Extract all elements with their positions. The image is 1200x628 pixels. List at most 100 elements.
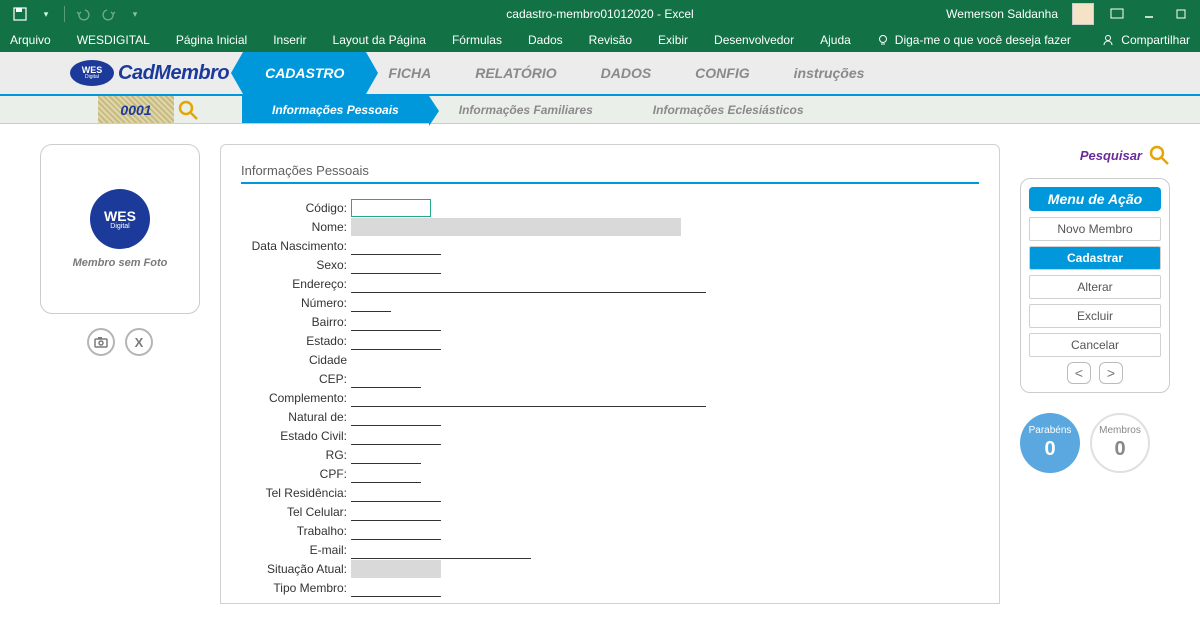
sub-tabs: 0001 Informações Pessoais Informações Fa… bbox=[0, 94, 1200, 124]
input-sexo[interactable] bbox=[351, 255, 441, 274]
label-tipo: Tipo Membro: bbox=[241, 581, 351, 595]
stats-row: Parabéns 0 Membros 0 bbox=[1020, 413, 1170, 473]
action-menu: Menu de Ação Novo Membro Cadastrar Alter… bbox=[1020, 178, 1170, 393]
ribbon-tab-wesdigital[interactable]: WESDIGITAL bbox=[77, 33, 150, 47]
label-email: E-mail: bbox=[241, 543, 351, 557]
cadastrar-button[interactable]: Cadastrar bbox=[1029, 246, 1161, 270]
maximize-icon[interactable] bbox=[1172, 5, 1190, 23]
input-trab[interactable] bbox=[351, 521, 441, 540]
delete-photo-button[interactable]: X bbox=[125, 328, 153, 356]
ribbon-tab-arquivo[interactable]: Arquivo bbox=[10, 33, 51, 47]
share-button[interactable]: Compartilhar bbox=[1101, 33, 1190, 47]
ribbon-tab-revisao[interactable]: Revisão bbox=[589, 33, 632, 47]
ribbon-tab-formulas[interactable]: Fórmulas bbox=[452, 33, 502, 47]
search-icon[interactable] bbox=[174, 96, 202, 123]
form-title: Informações Pessoais bbox=[241, 163, 979, 184]
undo-icon[interactable] bbox=[75, 6, 91, 22]
search-link-label: Pesquisar bbox=[1080, 148, 1142, 163]
input-tipo[interactable] bbox=[351, 578, 441, 597]
tab-cadastro[interactable]: CADASTRO bbox=[243, 52, 366, 94]
ribbon-tab-ajuda[interactable]: Ajuda bbox=[820, 33, 851, 47]
input-compl[interactable] bbox=[351, 388, 706, 407]
redo-icon[interactable] bbox=[101, 6, 117, 22]
input-nome[interactable] bbox=[351, 218, 681, 236]
share-icon bbox=[1101, 33, 1115, 47]
input-rg[interactable] bbox=[351, 445, 421, 464]
label-bairro: Bairro: bbox=[241, 315, 351, 329]
input-codigo[interactable] bbox=[351, 199, 431, 217]
ribbon-tab-layout[interactable]: Layout da Página bbox=[333, 33, 426, 47]
app-header: WESDigital CadMembro CADASTRO FICHA RELA… bbox=[0, 52, 1200, 94]
account-name[interactable]: Wemerson Saldanha bbox=[946, 7, 1058, 21]
ribbon-tab-exibir[interactable]: Exibir bbox=[658, 33, 688, 47]
stat-parabens-value: 0 bbox=[1044, 438, 1055, 461]
ribbon-display-icon[interactable] bbox=[1108, 5, 1126, 23]
subtab-eclesiasticos[interactable]: Informações Eclesiásticos bbox=[623, 96, 834, 123]
ribbon-tab-dados[interactable]: Dados bbox=[528, 33, 563, 47]
quick-access-toolbar: ▾ ▾ bbox=[0, 6, 143, 22]
novo-membro-button[interactable]: Novo Membro bbox=[1029, 217, 1161, 241]
camera-button[interactable] bbox=[87, 328, 115, 356]
input-civil[interactable] bbox=[351, 426, 441, 445]
input-numero[interactable] bbox=[351, 293, 391, 312]
tell-me-search[interactable]: Diga-me o que você deseja fazer bbox=[877, 33, 1071, 47]
label-sexo: Sexo: bbox=[241, 258, 351, 272]
subtab-pessoais[interactable]: Informações Pessoais bbox=[242, 96, 429, 123]
input-cpf[interactable] bbox=[351, 464, 421, 483]
input-endereco[interactable] bbox=[351, 274, 706, 293]
subtab-familiares[interactable]: Informações Familiares bbox=[429, 96, 623, 123]
tab-config[interactable]: CONFIG bbox=[673, 52, 771, 94]
input-telres[interactable] bbox=[351, 483, 441, 502]
label-estado: Estado: bbox=[241, 334, 351, 348]
save-icon[interactable] bbox=[12, 6, 28, 22]
tab-dados[interactable]: DADOS bbox=[579, 52, 674, 94]
right-column: Pesquisar Menu de Ação Novo Membro Cadas… bbox=[1020, 144, 1170, 628]
camera-icon bbox=[94, 336, 108, 348]
prev-button[interactable]: < bbox=[1067, 362, 1091, 384]
input-sit[interactable] bbox=[351, 560, 441, 578]
input-bairro[interactable] bbox=[351, 312, 441, 331]
input-email[interactable] bbox=[351, 540, 531, 559]
tell-me-label: Diga-me o que você deseja fazer bbox=[895, 33, 1071, 47]
minimize-icon[interactable] bbox=[1140, 5, 1158, 23]
member-id: 0001 bbox=[98, 96, 174, 123]
input-telcel[interactable] bbox=[351, 502, 441, 521]
stat-membros-label: Membros bbox=[1099, 425, 1141, 436]
no-photo-label: Membro sem Foto bbox=[73, 257, 168, 269]
ribbon-tab-inserir[interactable]: Inserir bbox=[273, 33, 306, 47]
label-numero: Número: bbox=[241, 296, 351, 310]
qat-customize-icon[interactable]: ▾ bbox=[127, 6, 143, 22]
photo-panel: WESDigital Membro sem Foto X bbox=[40, 144, 200, 628]
label-cep: CEP: bbox=[241, 372, 351, 386]
alterar-button[interactable]: Alterar bbox=[1029, 275, 1161, 299]
qat-dropdown-icon[interactable]: ▾ bbox=[38, 6, 54, 22]
input-nasc[interactable] bbox=[351, 236, 441, 255]
ribbon-tabs: Arquivo WESDIGITAL Página Inicial Inseri… bbox=[0, 28, 1200, 52]
form-panel: Informações Pessoais Código: Nome: Data … bbox=[220, 144, 1000, 604]
workspace: WESDigital Membro sem Foto X Informações… bbox=[0, 124, 1200, 628]
label-trab: Trabalho: bbox=[241, 524, 351, 538]
excluir-button[interactable]: Excluir bbox=[1029, 304, 1161, 328]
main-tabs: CADASTRO FICHA RELATÓRIO DADOS CONFIG in… bbox=[243, 52, 886, 94]
app-name: CadMembro bbox=[118, 62, 229, 85]
label-endereco: Endereço: bbox=[241, 277, 351, 291]
ribbon-tab-desenvolvedor[interactable]: Desenvolvedor bbox=[714, 33, 794, 47]
tab-instrucoes[interactable]: instruções bbox=[772, 52, 887, 94]
label-nome: Nome: bbox=[241, 220, 351, 234]
ribbon-tab-pagina-inicial[interactable]: Página Inicial bbox=[176, 33, 247, 47]
label-natural: Natural de: bbox=[241, 410, 351, 424]
search-link[interactable]: Pesquisar bbox=[1020, 144, 1170, 166]
account-avatar[interactable] bbox=[1072, 3, 1094, 25]
label-rg: RG: bbox=[241, 448, 351, 462]
input-cep[interactable] bbox=[351, 369, 421, 388]
label-compl: Complemento: bbox=[241, 391, 351, 405]
stat-membros: Membros 0 bbox=[1090, 413, 1150, 473]
next-button[interactable]: > bbox=[1099, 362, 1123, 384]
tab-relatorio[interactable]: RELATÓRIO bbox=[453, 52, 578, 94]
cancelar-button[interactable]: Cancelar bbox=[1029, 333, 1161, 357]
input-natural[interactable] bbox=[351, 407, 441, 426]
input-estado[interactable] bbox=[351, 331, 441, 350]
label-codigo: Código: bbox=[241, 201, 351, 215]
tab-ficha[interactable]: FICHA bbox=[366, 52, 453, 94]
document-title: cadastro-membro01012020 - Excel bbox=[506, 7, 693, 21]
